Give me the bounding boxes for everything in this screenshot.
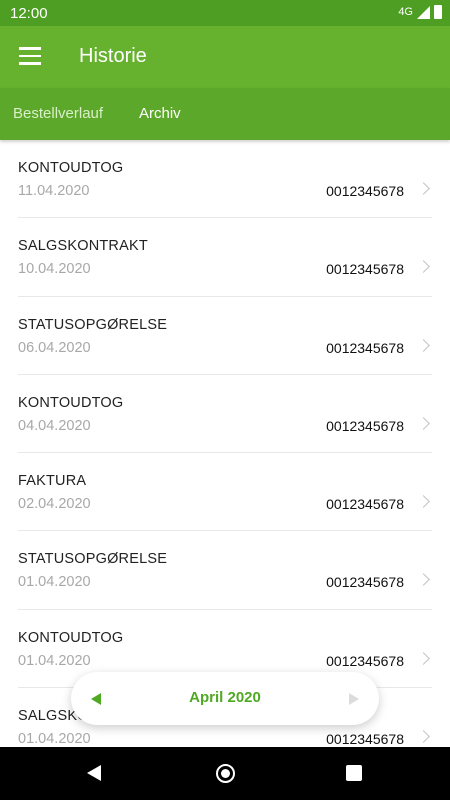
hamburger-menu-icon[interactable] [19, 47, 41, 65]
page-title: Historie [79, 45, 147, 67]
document-number: 0012345678 [326, 417, 404, 434]
status-time: 12:00 [10, 5, 48, 22]
document-number: 0012345678 [326, 731, 404, 748]
document-type: STATUSOPGØRELSE [18, 551, 168, 568]
document-type: STATUSOPGØRELSE [18, 316, 168, 333]
document-date: 01.04.2020 [18, 731, 91, 748]
document-type: KONTOUDTOG [18, 160, 124, 176]
list-item[interactable]: KONTOUDTOG 11.04.2020 0012345678 [18, 140, 432, 219]
back-icon[interactable] [87, 765, 101, 781]
document-number: 0012345678 [326, 496, 404, 513]
document-date: 06.04.2020 [18, 339, 91, 356]
document-number: 0012345678 [326, 574, 404, 591]
system-nav-bar [0, 747, 450, 800]
recent-apps-icon[interactable] [346, 765, 362, 781]
network-type: 4G [398, 6, 413, 18]
tab-bar: Bestellverlauf Archiv [0, 88, 450, 140]
list-item[interactable]: SALGSKONTRAKT 10.04.2020 0012345678 [18, 218, 432, 297]
document-number: 0012345678 [326, 183, 404, 199]
chevron-right-icon [417, 651, 430, 665]
document-type: SALGSKONTRAKT [18, 238, 148, 255]
document-type: KONTOUDTOG [18, 394, 124, 411]
document-date: 11.04.2020 [18, 183, 90, 199]
tab-bestellverlauf[interactable]: Bestellverlauf [13, 105, 103, 122]
app-bar: Historie [0, 26, 450, 88]
home-icon[interactable] [216, 764, 235, 783]
chevron-right-icon [417, 417, 430, 430]
chevron-right-icon [417, 338, 430, 352]
document-date: 01.04.2020 [18, 574, 91, 591]
document-type: FAKTURA [18, 473, 87, 490]
signal-icon [417, 5, 430, 19]
chevron-right-icon [417, 182, 430, 195]
document-number: 0012345678 [326, 339, 404, 356]
document-date: 02.04.2020 [18, 496, 91, 513]
status-bar: 12:00 4G [0, 0, 450, 26]
month-label: April 2020 [189, 689, 261, 706]
chevron-right-icon [417, 495, 430, 509]
document-date: 01.04.2020 [18, 652, 91, 669]
tab-archiv[interactable]: Archiv [139, 105, 181, 122]
list-item[interactable]: KONTOUDTOG 04.04.2020 0012345678 [18, 375, 432, 454]
status-icons: 4G [398, 5, 442, 19]
list-item[interactable]: STATUSOPGØRELSE 06.04.2020 0012345678 [18, 297, 432, 375]
document-date: 04.04.2020 [18, 417, 91, 434]
chevron-right-icon [417, 573, 430, 587]
document-number: 0012345678 [326, 261, 404, 278]
chevron-right-icon [417, 260, 430, 274]
next-month-arrow-icon[interactable] [349, 693, 359, 705]
document-number: 0012345678 [326, 652, 404, 669]
list-item[interactable]: FAKTURA 02.04.2020 0012345678 [18, 453, 432, 532]
document-date: 10.04.2020 [18, 261, 91, 278]
chevron-right-icon [417, 730, 430, 743]
document-type: KONTOUDTOG [18, 629, 124, 646]
battery-icon [434, 5, 442, 19]
list-item[interactable]: STATUSOPGØRELSE 01.04.2020 0012345678 [18, 531, 432, 610]
month-picker: April 2020 [71, 672, 379, 725]
